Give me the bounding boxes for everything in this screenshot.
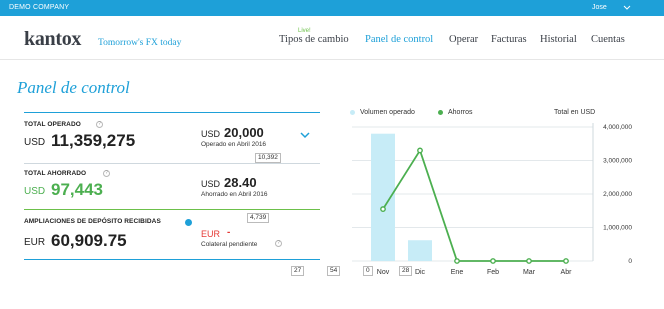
point-ahorros-ene[interactable] (454, 258, 460, 264)
point-ahorros-feb[interactable] (490, 258, 496, 264)
x-tick-label: Dic (415, 269, 426, 276)
chart: 0 1,000,000 2,000,000 3,000,000 4,000,000 No… (352, 123, 632, 276)
x-tick-label: Feb (487, 269, 499, 276)
point-ahorros-mar[interactable] (526, 258, 532, 264)
y-tick-label: 4,000,000 (603, 124, 632, 131)
x-tick-label: Abr (561, 269, 573, 276)
point-ahorros-abr[interactable] (563, 258, 569, 264)
y-tick-label: 1,000,000 (603, 225, 632, 232)
point-ahorros-dic[interactable] (417, 147, 423, 154)
y-tick-label: 0 (628, 258, 632, 265)
bar-volumen-dic[interactable] (408, 240, 432, 261)
y-tick-label: 3,000,000 (603, 158, 632, 165)
x-tick-label: Mar (523, 269, 536, 276)
y-tick-label: 2,000,000 (603, 191, 632, 198)
x-tick-label: Nov (377, 269, 390, 276)
x-tick-label: Ene (451, 269, 464, 276)
point-ahorros-nov[interactable] (380, 206, 386, 212)
